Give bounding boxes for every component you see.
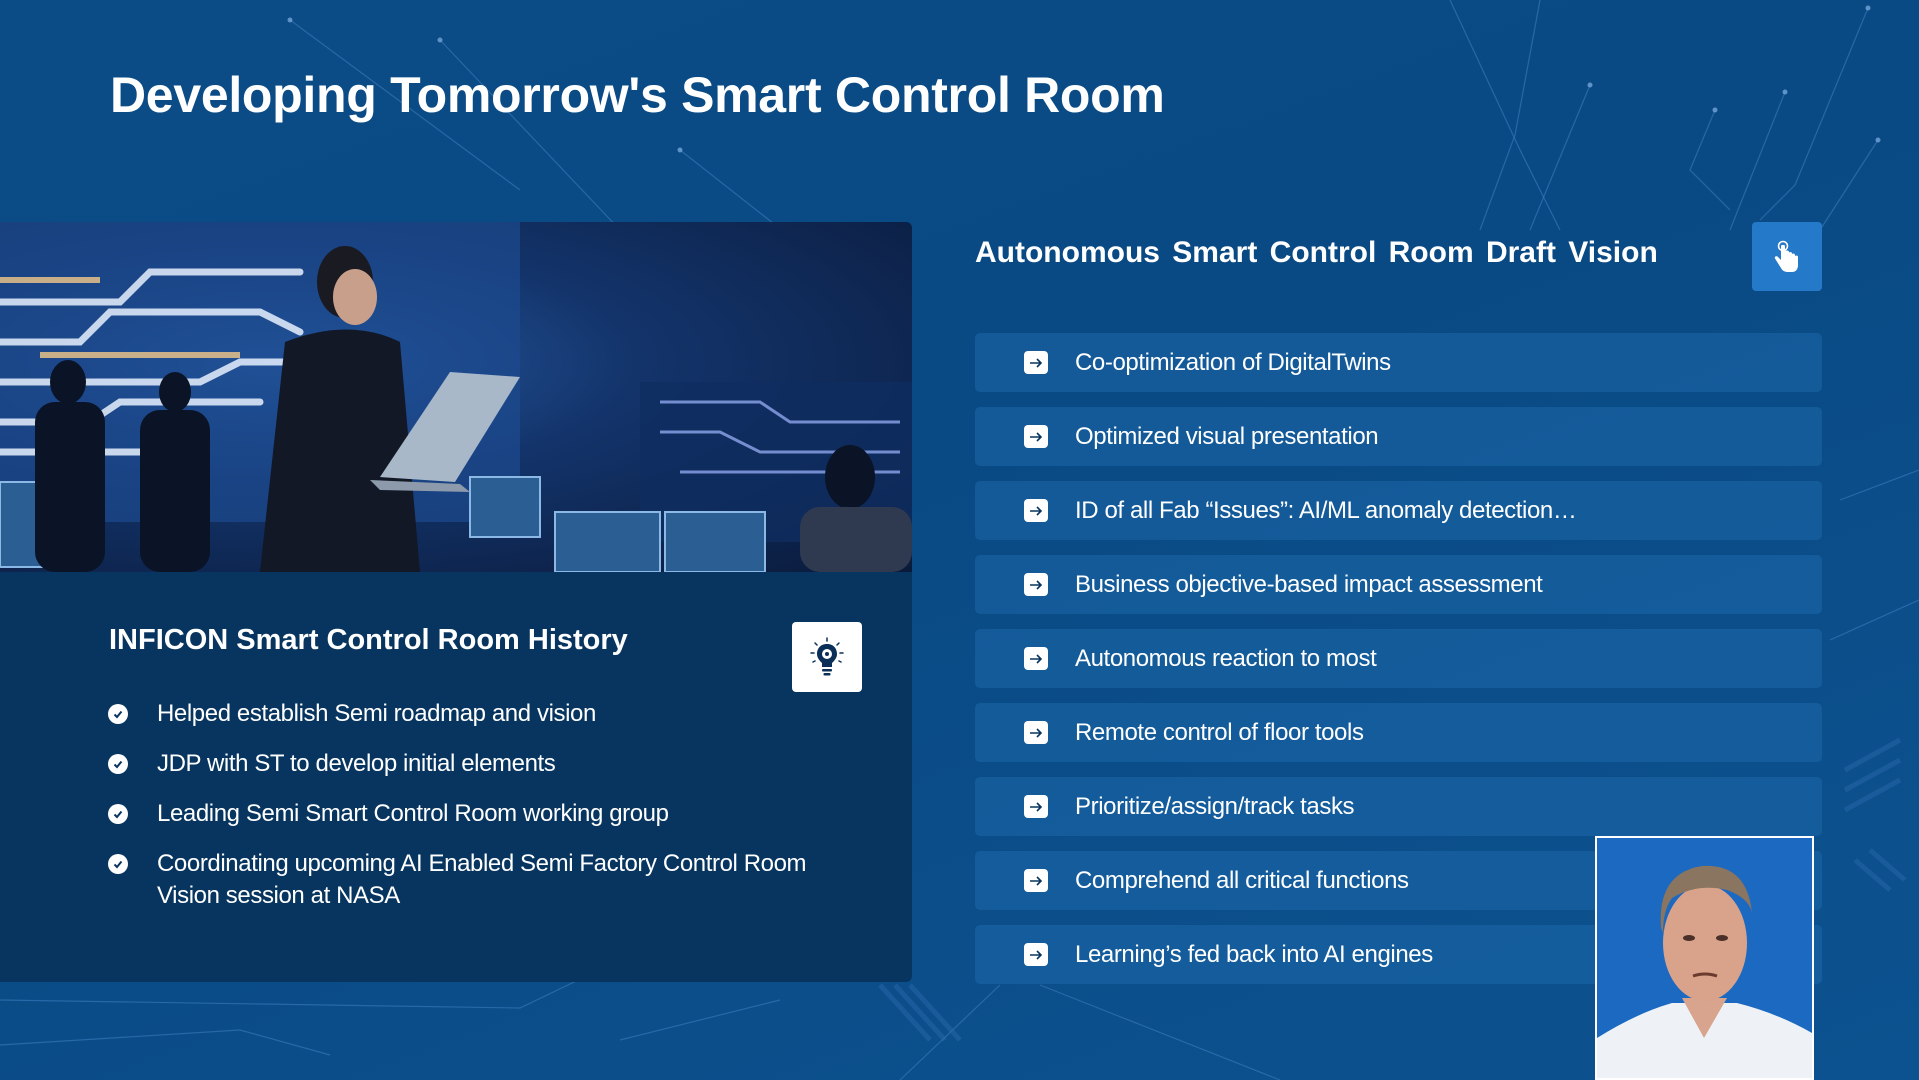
arrow-right-icon — [1024, 499, 1048, 522]
vision-item-label: Optimized visual presentation — [1075, 422, 1379, 450]
vision-item-label: Autonomous reaction to most — [1075, 644, 1377, 672]
vision-item[interactable]: Business objective-based impact assessme… — [975, 555, 1822, 614]
history-item: JDP with ST to develop initial elements — [108, 748, 828, 780]
vision-item-label: Learning’s fed back into AI engines — [1075, 940, 1433, 968]
vision-item[interactable]: ID of all Fab “Issues”: AI/ML anomaly de… — [975, 481, 1822, 540]
history-heading: INFICON Smart Control Room History — [109, 624, 628, 656]
presenter-video[interactable] — [1595, 836, 1814, 1080]
arrow-right-icon — [1024, 869, 1048, 892]
history-card: INFICON Smart Control Room History Helpe… — [0, 222, 912, 982]
vision-item-label: Co-optimization of DigitalTwins — [1075, 348, 1391, 376]
lightbulb-button[interactable] — [792, 622, 862, 692]
vision-item-label: Business objective-based impact assessme… — [1075, 570, 1543, 598]
vision-item-label: Comprehend all critical functions — [1075, 866, 1409, 894]
interactive-hand-button[interactable] — [1752, 222, 1822, 291]
vision-item[interactable]: Autonomous reaction to most — [975, 629, 1822, 688]
slide-title: Developing Tomorrow's Smart Control Room — [110, 67, 1165, 123]
arrow-right-icon — [1024, 351, 1048, 374]
vision-item[interactable]: Optimized visual presentation — [975, 407, 1822, 466]
history-item-text: JDP with ST to develop initial elements — [157, 750, 556, 777]
vision-heading: Autonomous Smart Control Room Draft Visi… — [975, 236, 1658, 269]
presenter-webcam-feed — [1597, 838, 1812, 1078]
arrow-right-icon — [1024, 425, 1048, 448]
arrow-right-icon — [1024, 721, 1048, 744]
check-circle-icon — [108, 704, 128, 724]
history-list: Helped establish Semi roadmap and vision… — [108, 698, 828, 930]
vision-item[interactable]: Co-optimization of DigitalTwins — [975, 333, 1822, 392]
hand-pointer-icon — [1774, 240, 1798, 272]
control-room-photo — [0, 222, 912, 572]
check-circle-icon — [108, 854, 128, 874]
history-item: Coordinating upcoming AI Enabled Semi Fa… — [108, 848, 828, 912]
check-circle-icon — [108, 804, 128, 824]
check-circle-icon — [108, 754, 128, 774]
vision-item-label: Prioritize/assign/track tasks — [1075, 792, 1355, 820]
vision-item[interactable]: Remote control of floor tools — [975, 703, 1822, 762]
vision-item-label: ID of all Fab “Issues”: AI/ML anomaly de… — [1075, 496, 1577, 524]
lightbulb-gear-icon — [810, 637, 844, 676]
vision-item-label: Remote control of floor tools — [1075, 718, 1364, 746]
arrow-right-icon — [1024, 795, 1048, 818]
history-item-text: Helped establish Semi roadmap and vision — [157, 700, 596, 727]
history-item-text: Coordinating upcoming AI Enabled Semi Fa… — [157, 850, 807, 909]
history-item-text: Leading Semi Smart Control Room working … — [157, 800, 669, 827]
control-room-photo-illustration — [0, 222, 912, 572]
vision-item[interactable]: Prioritize/assign/track tasks — [975, 777, 1822, 836]
history-item: Helped establish Semi roadmap and vision — [108, 698, 828, 730]
history-item: Leading Semi Smart Control Room working … — [108, 798, 828, 830]
arrow-right-icon — [1024, 573, 1048, 596]
arrow-right-icon — [1024, 943, 1048, 966]
arrow-right-icon — [1024, 647, 1048, 670]
